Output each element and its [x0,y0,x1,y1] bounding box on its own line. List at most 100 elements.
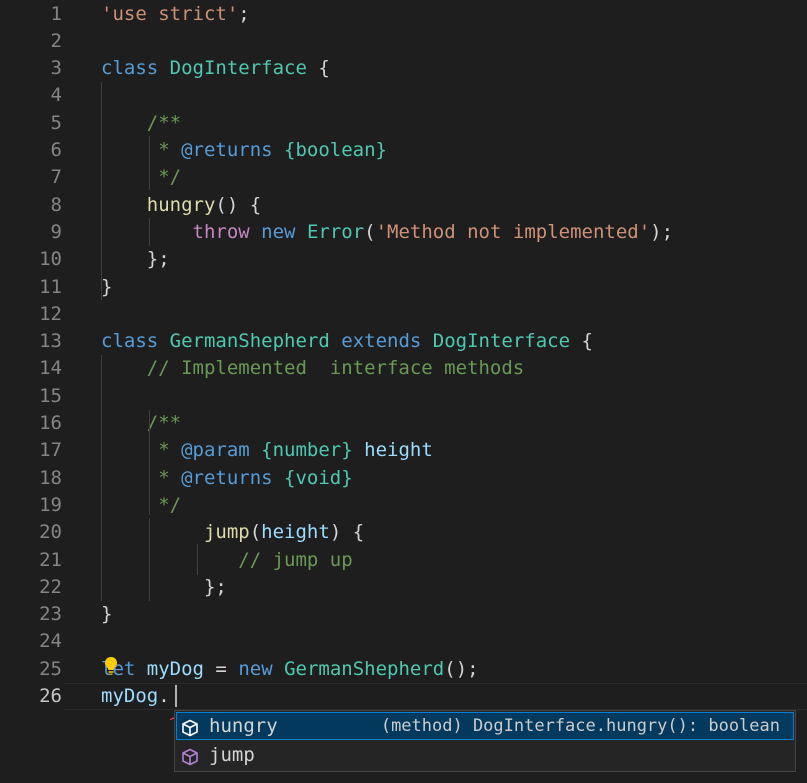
line-number: 3 [50,57,62,80]
line-number: 2 [50,29,62,52]
code-line[interactable]: 10 }; [0,246,807,273]
code-line[interactable]: 18 * @returns {void} [0,465,807,492]
code-token: { [570,330,593,353]
line-code: jump(height) { [101,519,364,546]
line-code: } [101,601,112,628]
line-code: * @param {number} height [101,437,433,464]
line-number: 26 [39,685,62,707]
suggest-item-hungry[interactable]: hungry (method) DogInterface.hungry(): b… [176,712,794,740]
code-line[interactable]: 23} [0,601,807,628]
line-code: hungry() { [101,192,261,219]
code-token: height [261,521,330,544]
suggest-item-jump[interactable]: jump [176,741,794,769]
line-number: 7 [50,166,62,189]
lightbulb-icon[interactable] [104,656,118,676]
line-code: }; [101,574,227,601]
code-token: 'Method not implemented' [375,220,651,243]
suggest-widget[interactable]: hungry (method) DogInterface.hungry(): b… [174,710,796,772]
line-number: 4 [50,84,62,107]
line-number: 22 [39,575,62,598]
code-line[interactable]: 20 jump(height) { [0,519,807,546]
code-token: myDog [146,657,204,680]
code-line[interactable]: 17 * @param {number} height [0,437,807,464]
code-line[interactable]: 14 // Implemented interface methods [0,355,807,382]
code-line[interactable]: 5 /** [0,110,807,137]
line-code: // Implemented interface methods [101,355,525,382]
line-number: 18 [39,466,62,489]
line-number: 10 [39,248,62,271]
code-line[interactable]: 24 [0,628,807,655]
code-token: (); [444,657,479,680]
code-token: * [101,139,182,161]
code-token: jump [203,521,250,544]
line-code: /** [101,410,181,437]
code-line[interactable]: 16 /** [0,410,807,437]
code-line[interactable]: 1 'use strict'; [0,1,807,28]
line-code: /** [101,110,181,137]
code-token: DogInterface [432,330,571,353]
indent-guide [149,410,150,515]
code-token: new [261,220,296,243]
code-line[interactable]: 25 let myDog = new GermanShepherd(); [0,656,807,683]
line-code: 'use strict'; [101,1,250,28]
code-line[interactable]: 13 class GermanShepherd extends DogInterf… [0,328,807,355]
text-cursor [175,685,177,707]
line-code: // jump up [101,547,353,574]
indent-guide [197,544,198,575]
code-line[interactable]: 9 throw new Error('Method not implemente… [0,219,807,246]
code-line[interactable]: 26 myDog. [0,683,807,710]
code-line[interactable]: 8 hungry() { [0,192,807,219]
line-code: }; [101,246,170,273]
code-line[interactable]: 21 // jump up [0,547,807,574]
line-code: class DogInterface { [101,55,330,82]
code-token: 'use strict' [101,2,239,25]
code-editor[interactable]: 1'use strict'; 2 3 class DogInterface {4 5 /… [0,0,807,783]
code-token: ; [238,2,250,25]
code-token: // jump up [101,548,353,571]
line-number: 21 [39,548,62,571]
code-token: }; [101,575,227,598]
code-token: }; [101,248,170,271]
code-line[interactable]: 15 [0,383,807,410]
suggest-item-detail: (method) DogInterface.hungry(): boolean [380,716,780,736]
line-number: 12 [39,302,62,325]
code-line[interactable]: 7 */ [0,164,807,191]
code-line[interactable]: 22 }; [0,574,807,601]
code-token: GermanShepherd [169,330,330,353]
line-code: } [101,274,112,301]
code-token: {void} [284,466,353,489]
line-code: let myDog = new GermanShepherd(); [101,656,479,683]
code-token: class [101,330,170,353]
line-number: 9 [50,220,62,243]
code-token: /** [101,412,182,434]
code-line[interactable]: 2 [0,28,807,55]
code-token: } [101,603,113,626]
line-code: */ [101,492,181,519]
code-line[interactable]: 3 class DogInterface { [0,55,807,82]
line-code: * @returns {void} [101,465,353,492]
line-number: 11 [39,275,62,298]
code-line[interactable]: 6 * @returns {boolean} [0,137,807,164]
suggest-item-label: hungry [209,715,278,737]
code-token: @param [181,439,250,462]
code-token: */ [101,493,182,516]
code-line[interactable]: 12 [0,301,807,328]
line-number: 24 [39,630,62,653]
code-line[interactable]: 11} [0,274,807,301]
line-number: 17 [39,439,62,462]
line-code: class GermanShepherd extends DogInterfac… [101,328,593,355]
code-line[interactable]: 4 [0,82,807,109]
code-line[interactable]: 19 */ [0,492,807,519]
line-number: 25 [39,657,62,680]
code-token: = [203,657,239,680]
line-number: 15 [39,384,62,407]
